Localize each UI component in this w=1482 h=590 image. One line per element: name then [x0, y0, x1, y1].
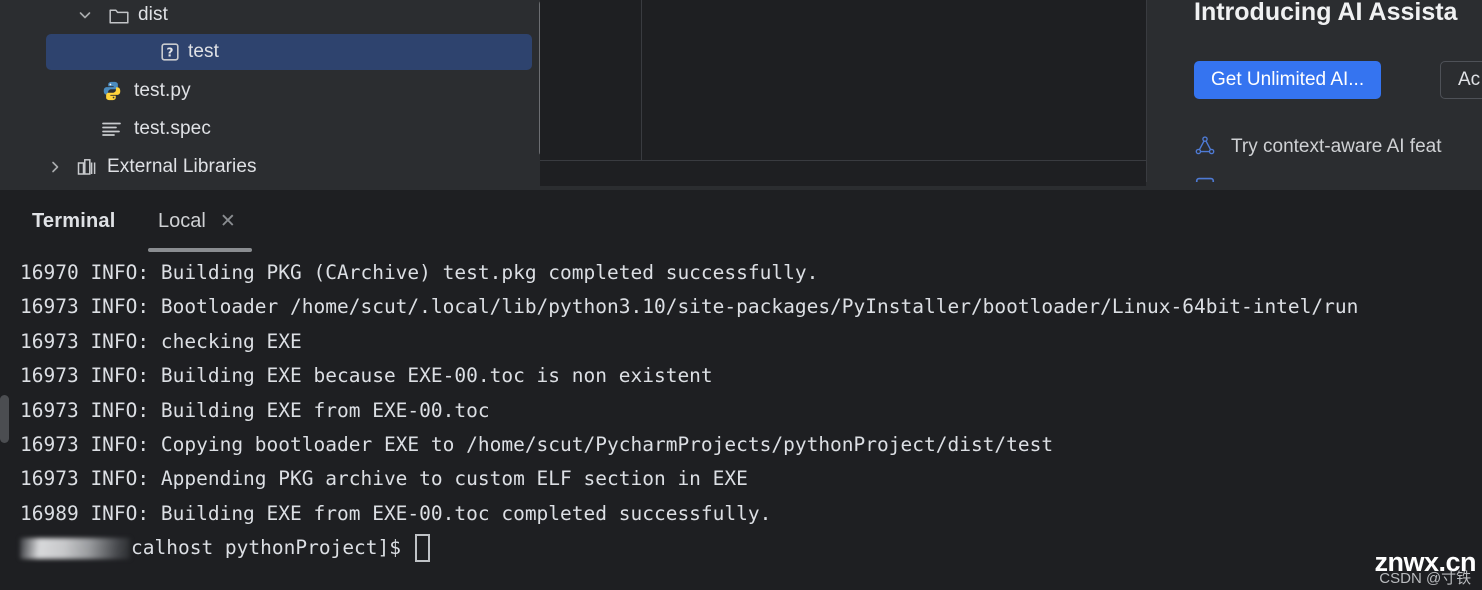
- python-file-icon: [100, 79, 124, 103]
- terminal-line: 16973 INFO: Bootloader /home/scut/.local…: [20, 295, 1359, 319]
- tree-item-dist[interactable]: dist: [12, 0, 540, 34]
- terminal-line: 16973 INFO: checking EXE: [20, 329, 302, 353]
- tab-active-indicator: [148, 248, 252, 252]
- terminal-line: 16989 INFO: Building EXE from EXE-00.toc…: [20, 501, 772, 525]
- prompt-text: calhost pythonProject]$: [131, 536, 402, 560]
- svg-text:?: ?: [167, 46, 174, 60]
- unknown-file-icon: ?: [158, 40, 182, 64]
- terminal-tool-window[interactable]: Terminal Local ✕ 16970 INFO: Building PK…: [0, 190, 1482, 590]
- tab-local[interactable]: Local ✕: [158, 210, 236, 233]
- terminal-tab-bar: Terminal Local ✕: [0, 190, 1482, 256]
- terminal-line: 16973 INFO: Appending PKG archive to cus…: [20, 467, 748, 491]
- tree-item-label: test: [188, 41, 220, 62]
- tree-item-label: External Libraries: [107, 156, 257, 177]
- close-icon[interactable]: ✕: [220, 212, 236, 231]
- tree-item-test-spec[interactable]: test.spec: [12, 110, 540, 148]
- project-tree-panel[interactable]: dist ? test test.py test.spec External L…: [12, 0, 540, 186]
- block-cursor: [415, 534, 431, 563]
- tree-item-label: test.py: [134, 80, 191, 101]
- editor-gutter: [540, 0, 642, 160]
- ai-nodes-icon: [1194, 135, 1218, 159]
- terminal-heading: Terminal: [32, 210, 116, 232]
- ai-feature-row: [1194, 174, 1231, 182]
- terminal-line: 16973 INFO: Copying bootloader EXE to /h…: [20, 432, 1054, 456]
- terminal-prompt-line[interactable]: calhost pythonProject]$: [12, 531, 1482, 565]
- tree-item-label: dist: [138, 4, 168, 25]
- editor-divider: [540, 160, 1146, 161]
- get-unlimited-ai-button[interactable]: Get Unlimited AI...: [1194, 61, 1382, 99]
- activate-button[interactable]: Ac: [1440, 61, 1482, 99]
- ai-panel-title: Introducing AI Assista: [1194, 0, 1458, 26]
- tree-item-test[interactable]: ? test: [46, 34, 532, 70]
- chevron-down-icon[interactable]: [74, 4, 96, 26]
- terminal-line: 16973 INFO: Building EXE because EXE-00.…: [20, 364, 713, 388]
- chevron-right-icon[interactable]: [44, 156, 66, 178]
- tree-item-external-libraries[interactable]: External Libraries: [12, 148, 540, 186]
- terminal-output[interactable]: 16970 INFO: Building PKG (CArchive) test…: [12, 256, 1482, 590]
- terminal-line: 16973 INFO: Building EXE from EXE-00.toc: [20, 398, 490, 422]
- ai-feature-label: Try context-aware AI feat: [1231, 136, 1442, 157]
- ide-upper-region: dist ? test test.py test.spec External L…: [0, 0, 1482, 190]
- ai-assistant-panel[interactable]: Introducing AI Assista Get Unlimited AI.…: [1146, 0, 1482, 182]
- ai-feature-row: Try context-aware AI feat: [1194, 135, 1442, 159]
- tree-item-test-py[interactable]: test.py: [12, 72, 540, 110]
- terminal-scrollbar[interactable]: [0, 395, 9, 443]
- ai-chat-icon: [1194, 174, 1218, 182]
- tree-item-label: test.spec: [134, 118, 211, 139]
- panel-divider: [1146, 0, 1147, 182]
- text-file-icon: [100, 117, 124, 141]
- terminal-line: 16970 INFO: Building PKG (CArchive) test…: [20, 261, 819, 284]
- editor-area[interactable]: [540, 0, 1146, 186]
- redacted-username: [20, 537, 130, 559]
- library-icon: [75, 155, 99, 179]
- tab-local-label: Local: [158, 210, 206, 232]
- left-tool-rail: [0, 0, 12, 190]
- folder-icon: [107, 3, 131, 27]
